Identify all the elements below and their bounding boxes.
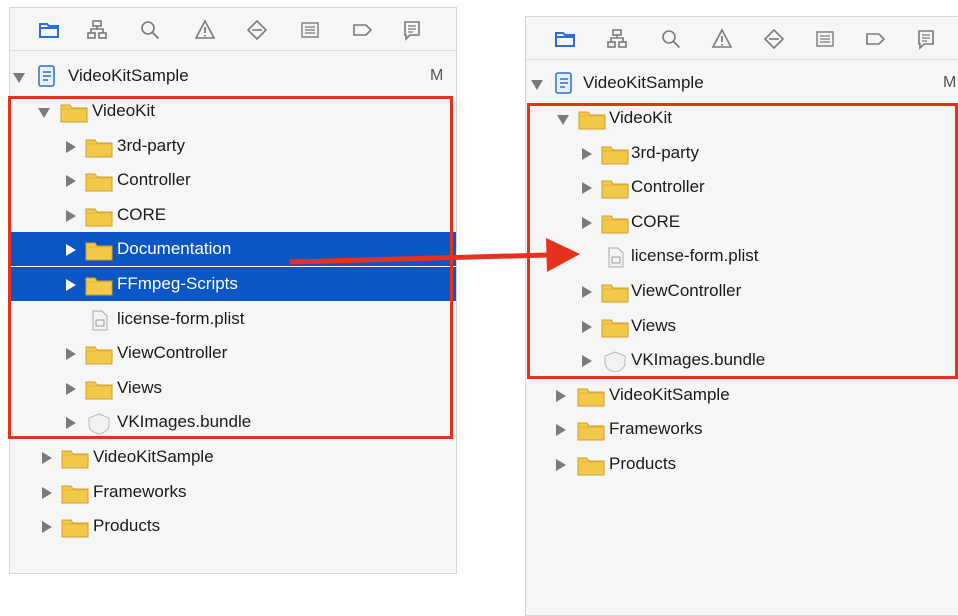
move-arrow bbox=[289, 238, 580, 272]
